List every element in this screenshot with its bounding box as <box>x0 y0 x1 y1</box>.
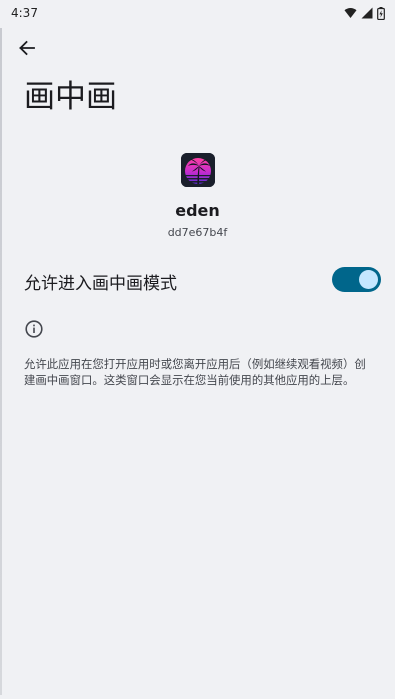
status-icons <box>344 6 385 20</box>
bottom-strip <box>0 695 395 699</box>
page-title: 画中画 <box>24 79 117 115</box>
signal-icon <box>361 7 373 19</box>
status-time: 4:37 <box>11 6 38 20</box>
arrow-left-icon <box>19 40 35 56</box>
battery-icon <box>377 6 385 20</box>
status-bar: 4:37 <box>0 0 395 28</box>
pip-description: 允许此应用在您打开应用时或您离开应用后（例如继续观看视频）创建画中画窗口。这类窗… <box>24 357 366 387</box>
wifi-icon <box>344 7 357 18</box>
app-name: eden <box>175 201 220 220</box>
toggle-thumb <box>359 270 378 289</box>
pip-setting-label: 允许进入画中画模式 <box>24 274 177 294</box>
app-package: dd7e67b4f <box>167 226 228 239</box>
palm-tree-sunset-icon <box>181 153 215 187</box>
pip-toggle[interactable] <box>332 267 381 292</box>
back-button[interactable] <box>13 34 41 62</box>
info-icon <box>25 320 43 338</box>
screen-edge <box>0 28 2 699</box>
pip-setting-row[interactable]: 允许进入画中画模式 <box>0 257 395 303</box>
